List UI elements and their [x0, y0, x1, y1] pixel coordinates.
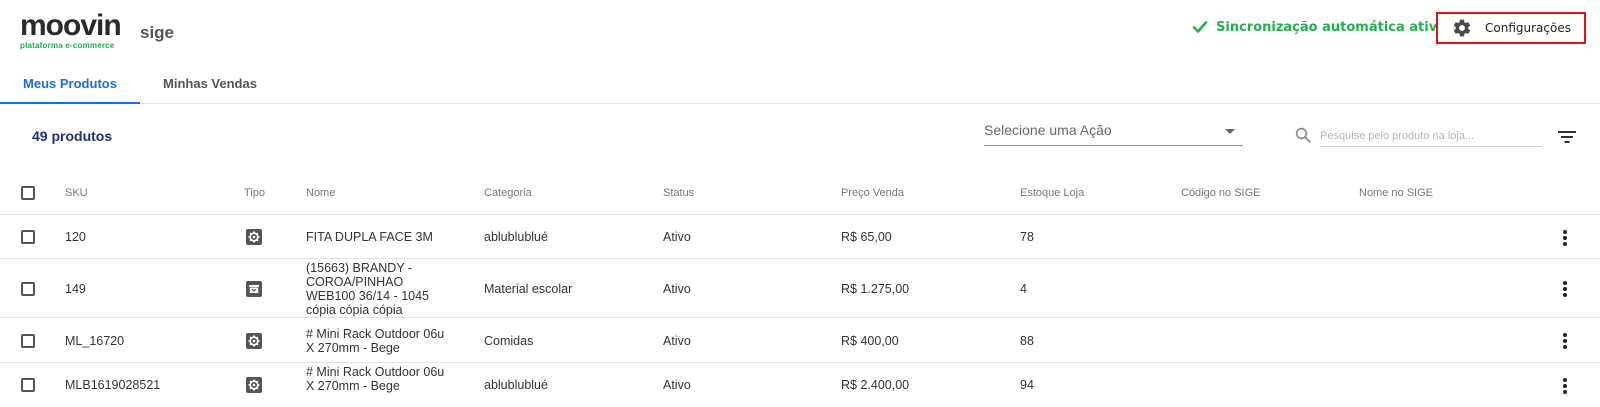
- row-status: Ativo: [663, 334, 691, 348]
- row-checkbox[interactable]: [21, 230, 35, 244]
- dropdown-arrow-icon: [1225, 129, 1235, 134]
- row-stock: 94: [1020, 378, 1034, 392]
- filter-icon[interactable]: [1558, 130, 1576, 144]
- gear-icon: [1453, 19, 1471, 37]
- row-name: (15663) BRANDY - COROA/PINHAO WEB100 36/…: [306, 261, 429, 317]
- row-price: R$ 2.400,00: [841, 378, 910, 392]
- row-status: Ativo: [663, 230, 691, 244]
- more-options-icon[interactable]: [1562, 230, 1568, 246]
- product-count: 49 produtos: [32, 128, 113, 144]
- more-options-icon[interactable]: [1562, 333, 1568, 349]
- logo-subtitle: plataforma e-commerce: [20, 41, 115, 50]
- column-header-tipo[interactable]: Tipo: [244, 187, 265, 199]
- row-sku: 120: [65, 230, 86, 244]
- moovin-logo[interactable]: moovin plataforma e-commerce: [20, 9, 122, 51]
- row-stock: 78: [1020, 230, 1034, 244]
- action-select-value: Selecione uma Ação: [984, 122, 1112, 138]
- row-stock: 88: [1020, 334, 1034, 348]
- row-category: Comidas: [484, 334, 534, 348]
- row-checkbox[interactable]: [21, 334, 35, 348]
- gear-icon: [246, 377, 262, 393]
- row-status: Ativo: [663, 282, 691, 296]
- tab-meus-produtos[interactable]: Meus Produtos: [0, 64, 140, 104]
- column-header-status[interactable]: Status: [663, 187, 694, 199]
- main-tabs: Meus Produtos Minhas Vendas: [0, 64, 1600, 104]
- row-sku: 149: [65, 282, 86, 296]
- row-name: # Mini Rack Outdoor 06u X 270mm - Bege: [306, 365, 445, 393]
- table-row[interactable]: 149 (15663) BRANDY - COROA/PINHAO WEB100…: [0, 260, 1600, 318]
- column-header-sku[interactable]: SKU: [65, 187, 88, 199]
- row-stock: 4: [1020, 282, 1027, 296]
- row-sku: ML_16720: [65, 334, 125, 348]
- row-category: Material escolar: [484, 282, 573, 296]
- archive-icon: [246, 281, 262, 297]
- sync-status: Sincronização automática ativa: [1192, 19, 1446, 35]
- column-header-categoria[interactable]: Categoria: [484, 187, 532, 199]
- action-select[interactable]: Selecione uma Ação: [984, 122, 1243, 146]
- settings-button[interactable]: Configurações: [1436, 12, 1586, 44]
- search-icon: [1295, 127, 1311, 143]
- product-search-input[interactable]: [1320, 125, 1542, 147]
- column-header-nome[interactable]: Nome: [306, 187, 335, 199]
- select-all-checkbox[interactable]: [21, 186, 35, 200]
- column-header-preco-venda[interactable]: Preço Venda: [841, 187, 904, 199]
- column-header-codigo-sige[interactable]: Código no SIGE: [1181, 187, 1261, 199]
- row-name: # Mini Rack Outdoor 06u X 270mm - Bege: [306, 327, 445, 355]
- logo-word: moovin: [20, 9, 122, 42]
- check-icon: [1192, 21, 1208, 33]
- column-header-estoque-loja[interactable]: Estoque Loja: [1020, 187, 1084, 199]
- app-name: sige: [140, 23, 175, 42]
- tab-minhas-vendas[interactable]: Minhas Vendas: [140, 64, 280, 104]
- more-options-icon[interactable]: [1562, 378, 1568, 394]
- gear-icon: [246, 229, 262, 245]
- more-options-icon[interactable]: [1562, 281, 1568, 297]
- row-checkbox[interactable]: [21, 378, 35, 392]
- table-row[interactable]: 120 FITA DUPLA FACE 3M ablublublué Ativo…: [0, 216, 1600, 259]
- row-status: Ativo: [663, 378, 691, 392]
- row-category: ablublublué: [484, 378, 548, 392]
- column-header-nome-sige[interactable]: Nome no SIGE: [1359, 187, 1433, 199]
- sync-status-text: Sincronização automática ativa: [1216, 19, 1446, 35]
- row-price: R$ 1.275,00: [841, 282, 910, 296]
- row-name: FITA DUPLA FACE 3M: [306, 230, 433, 244]
- gear-icon: [246, 333, 262, 349]
- table-header: SKU Tipo Nome Categoria Status Preço Ven…: [0, 172, 1600, 215]
- app-header: moovin plataforma e-commerce sige Sincro…: [0, 0, 1600, 58]
- row-category: ablublublué: [484, 230, 548, 244]
- row-price: R$ 400,00: [841, 334, 899, 348]
- row-checkbox[interactable]: [21, 282, 35, 296]
- row-price: R$ 65,00: [841, 230, 892, 244]
- table-row[interactable]: MLB1619028521 # Mini Rack Outdoor 06u X …: [0, 364, 1600, 407]
- row-sku: MLB1619028521: [65, 378, 161, 392]
- settings-button-label: Configurações: [1485, 21, 1571, 35]
- table-row[interactable]: ML_16720 # Mini Rack Outdoor 06u X 270mm…: [0, 319, 1600, 363]
